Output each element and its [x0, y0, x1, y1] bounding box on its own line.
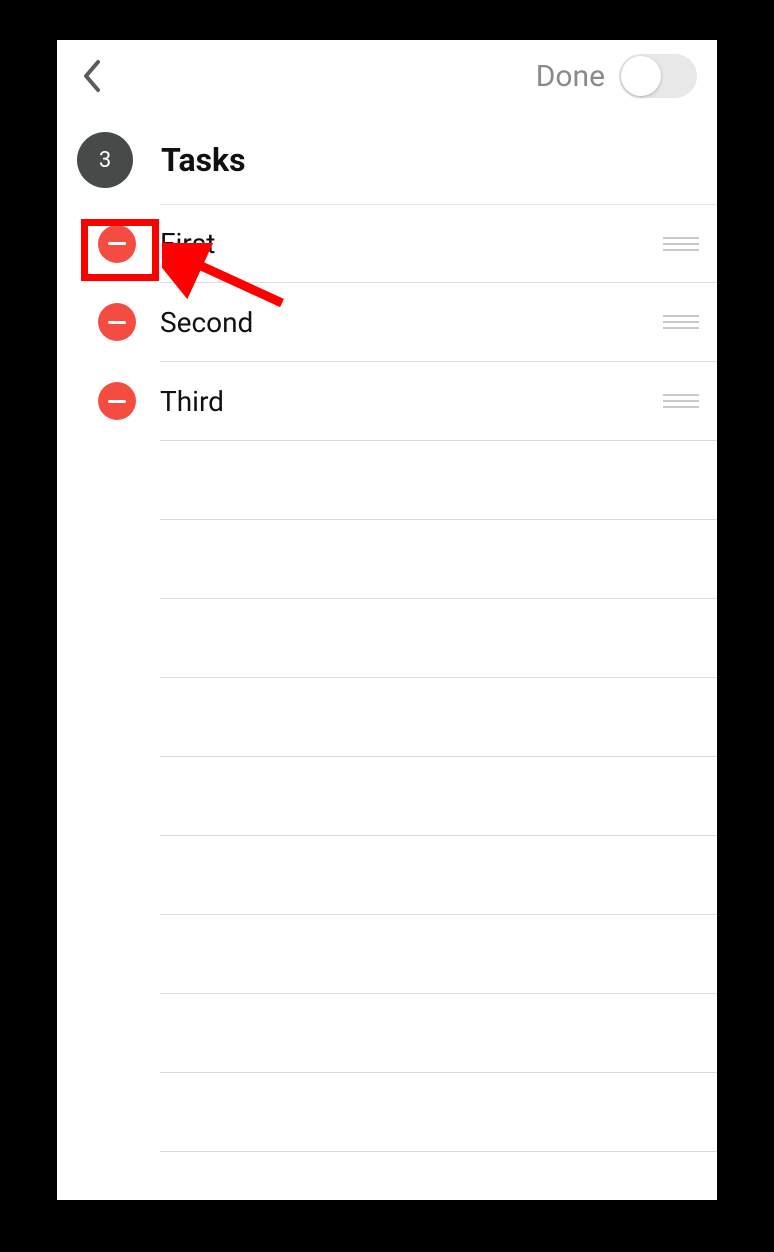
toggle-knob: [621, 56, 661, 96]
empty-row: [160, 994, 717, 1073]
done-label: Done: [536, 59, 605, 94]
task-label: Third: [160, 385, 659, 418]
back-button[interactable]: [77, 56, 107, 96]
empty-row: [160, 520, 717, 599]
empty-row: [160, 441, 717, 520]
empty-row: [160, 836, 717, 915]
title-row: 3 Tasks: [57, 116, 717, 204]
chevron-left-icon: [82, 59, 102, 93]
delete-task-button[interactable]: [98, 225, 136, 263]
empty-row: [160, 915, 717, 994]
delete-task-button[interactable]: [98, 303, 136, 341]
minus-icon: [108, 242, 126, 245]
delete-task-button[interactable]: [98, 382, 136, 420]
empty-row: [160, 757, 717, 836]
drag-handle-icon[interactable]: [659, 237, 699, 251]
task-count-badge: 3: [77, 132, 133, 188]
drag-handle-icon[interactable]: [659, 315, 699, 329]
page-title: Tasks: [161, 141, 246, 179]
minus-icon: [108, 321, 126, 324]
empty-row: [160, 599, 717, 678]
minus-icon: [108, 400, 126, 403]
drag-handle-icon[interactable]: [659, 394, 699, 408]
task-label: First: [160, 227, 659, 260]
empty-row: [160, 678, 717, 757]
empty-row: [160, 1152, 717, 1200]
task-list: First Second Third: [160, 204, 717, 1200]
done-toggle[interactable]: [619, 54, 697, 98]
task-row[interactable]: Third: [160, 362, 717, 441]
task-row[interactable]: First: [160, 204, 717, 283]
task-edit-screen: Done 3 Tasks First Second Third: [57, 40, 717, 1200]
header-right: Done: [536, 54, 697, 98]
task-row[interactable]: Second: [160, 283, 717, 362]
task-label: Second: [160, 306, 659, 339]
header: Done: [57, 40, 717, 116]
empty-row: [160, 1073, 717, 1152]
